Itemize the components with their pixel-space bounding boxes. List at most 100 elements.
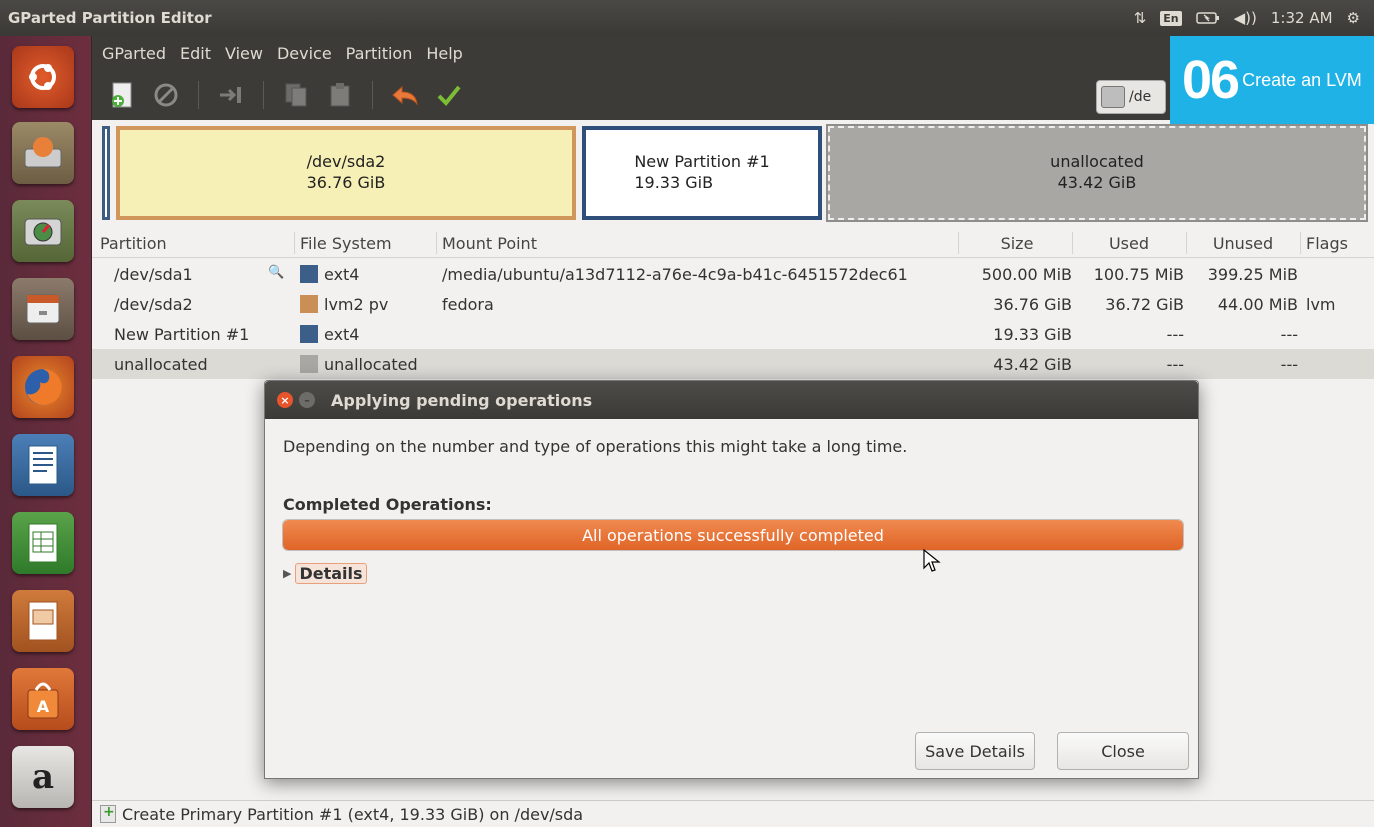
- partition-block-name: New Partition #1: [634, 152, 770, 172]
- firefox-icon[interactable]: [12, 356, 74, 418]
- cell-unused: 44.00 MiB: [1217, 294, 1298, 314]
- table-row[interactable]: unallocated unallocated 43.42 GiB --- --…: [92, 349, 1374, 379]
- cell-size: 19.33 GiB: [993, 324, 1072, 344]
- ubuntu-dash-icon[interactable]: [12, 46, 74, 108]
- cell-mountpoint: [442, 349, 962, 379]
- top-panel: GParted Partition Editor ⇅ En ◀)) 1:32 A…: [0, 0, 1374, 36]
- dialog-titlebar: × – Applying pending operations: [265, 381, 1198, 419]
- cell-used: ---: [1166, 354, 1184, 374]
- status-bar: Create Primary Partition #1 (ext4, 19.33…: [92, 800, 1374, 827]
- undo-icon[interactable]: [389, 79, 421, 111]
- progress-bar: All operations successfully completed: [282, 519, 1184, 551]
- keyboard-layout-indicator[interactable]: En: [1160, 10, 1182, 26]
- table-row[interactable]: New Partition #1 ext4 19.33 GiB --- ---: [92, 319, 1374, 349]
- new-partition-icon[interactable]: [106, 79, 138, 111]
- column-header-used[interactable]: Used: [1074, 228, 1184, 258]
- completed-operations-label: Completed Operations:: [283, 495, 492, 514]
- cell-used: ---: [1166, 324, 1184, 344]
- menu-edit[interactable]: Edit: [180, 44, 211, 63]
- software-center-icon[interactable]: A: [12, 668, 74, 730]
- menu-device[interactable]: Device: [277, 44, 332, 63]
- partition-map: /dev/sda2 36.76 GiB New Partition #1 19.…: [98, 124, 1370, 224]
- system-tray: ⇅ En ◀)) 1:32 AM ⚙: [1134, 9, 1374, 27]
- battery-icon[interactable]: [1195, 11, 1220, 25]
- cell-partition: unallocated: [114, 354, 208, 374]
- partition-block-size: 43.42 GiB: [1057, 173, 1137, 192]
- cell-partition: /dev/sda2: [114, 294, 193, 314]
- menu-partition[interactable]: Partition: [346, 44, 413, 63]
- fs-label: lvm2 pv: [324, 294, 389, 314]
- toolbar-separator: [198, 81, 199, 109]
- pending-operation-icon: [100, 804, 116, 823]
- writer-icon[interactable]: [12, 434, 74, 496]
- cell-mountpoint: /media/ubuntu/a13d7112-a76e-4c9a-b41c-64…: [442, 264, 908, 284]
- fs-label: ext4: [324, 264, 360, 284]
- column-header-size[interactable]: Size: [962, 228, 1072, 258]
- table-row[interactable]: /dev/sda2 lvm2 pv fedora 36.76 GiB 36.72…: [92, 289, 1374, 319]
- table-header: Partition File System Mount Point Size U…: [92, 228, 1374, 258]
- dialog-description: Depending on the number and type of oper…: [283, 437, 908, 456]
- menu-help[interactable]: Help: [426, 44, 462, 63]
- fs-label: ext4: [324, 324, 360, 344]
- table-row[interactable]: /dev/sda1 🔍 ext4 /media/ubuntu/a13d7112-…: [92, 259, 1374, 289]
- delete-partition-icon[interactable]: [150, 79, 182, 111]
- column-divider: [958, 232, 959, 254]
- fs-color-swatch: [300, 295, 318, 313]
- details-expander[interactable]: ▶ Details: [283, 563, 367, 584]
- volume-icon[interactable]: ◀)): [1234, 9, 1257, 27]
- column-header-flags[interactable]: Flags: [1306, 228, 1366, 258]
- close-button[interactable]: Close: [1057, 732, 1189, 770]
- menu-gparted[interactable]: GParted: [102, 44, 166, 63]
- clock[interactable]: 1:32 AM: [1271, 9, 1333, 27]
- cell-partition: /dev/sda1: [114, 264, 193, 284]
- column-header-unused[interactable]: Unused: [1188, 228, 1298, 258]
- device-selector[interactable]: /de: [1096, 80, 1166, 114]
- partition-block-new[interactable]: New Partition #1 19.33 GiB: [582, 126, 822, 220]
- column-header-partition[interactable]: Partition: [100, 228, 280, 258]
- cell-size: 36.76 GiB: [993, 294, 1072, 314]
- cell-mountpoint: fedora: [442, 294, 494, 314]
- progress-text: All operations successfully completed: [582, 525, 884, 545]
- column-divider: [1072, 232, 1073, 254]
- status-text: Create Primary Partition #1 (ext4, 19.33…: [122, 804, 584, 824]
- minimize-icon[interactable]: –: [299, 392, 315, 408]
- apply-icon[interactable]: [433, 79, 465, 111]
- column-header-mountpoint[interactable]: Mount Point: [442, 228, 962, 258]
- gear-icon[interactable]: ⚙: [1347, 9, 1360, 27]
- step-badge: 06 Create an LVM: [1170, 36, 1374, 124]
- step-number: 06: [1182, 50, 1240, 110]
- fs-label: unallocated: [324, 354, 418, 374]
- cell-filesystem: ext4: [300, 259, 436, 289]
- svg-text:A: A: [37, 697, 50, 716]
- cell-unused: 399.25 MiB: [1207, 264, 1298, 284]
- apply-operations-dialog: × – Applying pending operations Dependin…: [264, 380, 1199, 779]
- fs-color-swatch: [300, 265, 318, 283]
- partition-block-sda1[interactable]: [102, 126, 110, 220]
- impress-icon[interactable]: [12, 590, 74, 652]
- cell-unused: ---: [1280, 324, 1298, 344]
- dialog-title: Applying pending operations: [331, 390, 593, 410]
- cell-size: 500.00 MiB: [981, 264, 1072, 284]
- amazon-icon[interactable]: a: [12, 746, 74, 808]
- gparted-icon[interactable]: [12, 200, 74, 262]
- cell-mountpoint: [442, 319, 962, 349]
- cell-flags: lvm: [1306, 294, 1336, 314]
- calc-icon[interactable]: [12, 512, 74, 574]
- installer-icon[interactable]: [12, 122, 74, 184]
- partition-block-unallocated[interactable]: unallocated 43.42 GiB: [826, 124, 1368, 222]
- partition-block-name: unallocated: [1050, 152, 1144, 172]
- files-icon[interactable]: [12, 278, 74, 340]
- copy-icon[interactable]: [280, 79, 312, 111]
- cell-filesystem: ext4: [300, 319, 436, 349]
- network-updown-icon[interactable]: ⇅: [1134, 9, 1147, 27]
- column-header-filesystem[interactable]: File System: [300, 228, 436, 258]
- save-details-button[interactable]: Save Details: [915, 732, 1035, 770]
- close-icon[interactable]: ×: [277, 392, 293, 408]
- menu-view[interactable]: View: [225, 44, 263, 63]
- paste-icon[interactable]: [324, 79, 356, 111]
- step-text: Create an LVM: [1242, 69, 1362, 90]
- partition-block-size: 19.33 GiB: [634, 173, 714, 192]
- resize-move-icon[interactable]: [215, 79, 247, 111]
- partition-block-name: /dev/sda2: [306, 152, 386, 172]
- partition-block-sda2[interactable]: /dev/sda2 36.76 GiB: [116, 126, 576, 220]
